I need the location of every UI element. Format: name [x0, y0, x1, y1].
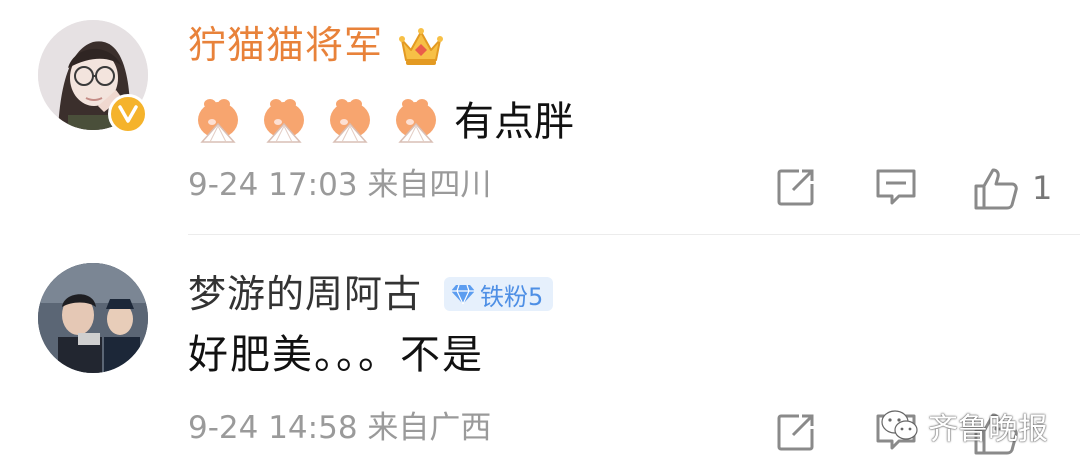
emoji-icon: [396, 99, 436, 143]
share-icon: [777, 169, 814, 206]
username[interactable]: 梦游的周阿古: [188, 275, 422, 313]
watermark-text: 齐鲁晚报: [928, 412, 1048, 447]
comment-content: 好肥美。。。不是: [188, 335, 484, 375]
reply-button[interactable]: [874, 166, 918, 212]
wechat-icon: [881, 410, 918, 440]
like-count: 1: [1032, 169, 1053, 207]
like-button[interactable]: [972, 166, 1020, 216]
comment-meta: 9-24 14:58 来自广西: [188, 413, 491, 444]
comment-icon: [876, 169, 916, 205]
share-icon: [777, 414, 814, 451]
share-button[interactable]: [775, 411, 817, 457]
fan-level-badge[interactable]: 铁粉5: [444, 277, 554, 311]
timestamp: 9-24 17:03: [188, 167, 358, 203]
emoji-icon: [264, 99, 304, 143]
comment-text: 有点胖: [454, 99, 574, 145]
avatar[interactable]: [38, 263, 148, 373]
diamond-icon: [451, 284, 475, 305]
comment-meta: 9-24 17:03 来自四川: [188, 170, 491, 201]
comment-list: 狞猫猫将军 有点胖 9-24 17:03 来自四川 1 梦游的周阿古 铁粉5 好…: [0, 0, 1080, 473]
comment-content: 有点胖: [188, 92, 574, 152]
location: 来自广西: [367, 410, 492, 446]
username[interactable]: 狞猫猫将军: [188, 26, 383, 64]
like-thumb-icon: [974, 168, 1018, 210]
comment-text: 好肥美。。。不是: [188, 332, 484, 378]
watermark: 齐鲁晚报: [880, 404, 1048, 448]
location: 来自四川: [367, 167, 492, 203]
share-button[interactable]: [775, 166, 817, 212]
emoji-icon: [198, 99, 238, 143]
vip-crown-icon: [398, 26, 444, 72]
comment-item: 狞猫猫将军 有点胖 9-24 17:03 来自四川 1: [0, 0, 1080, 235]
fan-level-label: 铁粉5: [480, 282, 544, 311]
timestamp: 9-24 14:58: [188, 410, 358, 446]
verified-v-icon: [108, 94, 148, 134]
emoji-icon: [330, 99, 370, 143]
